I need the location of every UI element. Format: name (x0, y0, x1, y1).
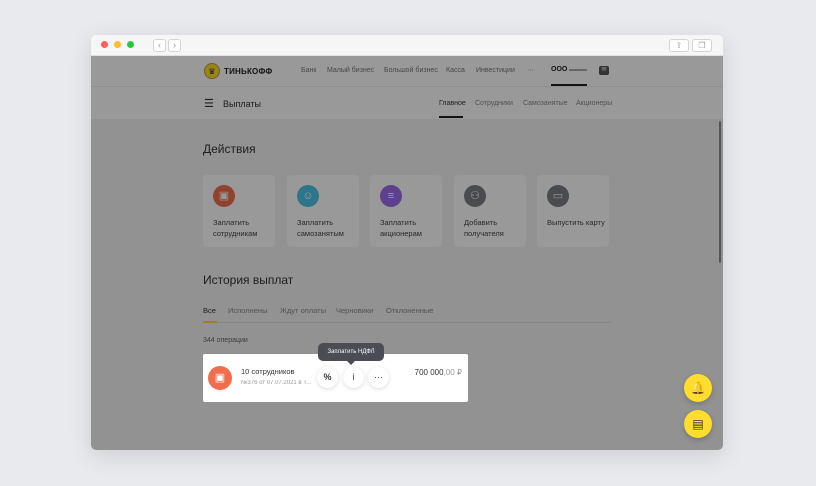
wallet-icon: ▣ (208, 366, 232, 390)
browser-titlebar: ‹ › ⇪ ❐ (91, 35, 723, 56)
maximize-window-button[interactable] (127, 41, 134, 48)
notifications-bell-icon[interactable]: 🔔 (684, 374, 712, 402)
close-window-button[interactable] (101, 41, 108, 48)
more-actions-button[interactable]: ··· (368, 367, 389, 388)
info-button[interactable]: i (343, 367, 364, 388)
chat-icon[interactable]: ▤ (684, 410, 712, 438)
payment-amount: 700 000,00 ₽ (415, 368, 462, 377)
payment-amount-cents: ,00 ₽ (443, 368, 462, 377)
minimize-window-button[interactable] (114, 41, 121, 48)
page-content: ♛ ТИНЬКОФФ Банк Малый бизнес Большой биз… (91, 56, 723, 450)
payment-title: 10 сотрудников (241, 367, 295, 376)
forward-icon[interactable]: › (168, 39, 181, 52)
pay-ndfl-tooltip: Заплатить НДФЛ (318, 343, 384, 361)
tooltip-arrow (347, 361, 355, 365)
share-icon[interactable]: ⇪ (669, 39, 689, 52)
browser-window: ‹ › ⇪ ❐ ♛ ТИНЬКОФФ Банк Малый бизнес Бол… (91, 35, 723, 450)
pay-ndfl-button[interactable]: % (317, 367, 338, 388)
payment-subtitle: №376 от 07.07.2021 в Т... (241, 380, 311, 386)
payment-amount-main: 700 000 (414, 368, 444, 377)
payment-row[interactable]: ▣ 10 сотрудников №376 от 07.07.2021 в Т.… (203, 354, 468, 402)
back-icon[interactable]: ‹ (153, 39, 166, 52)
tabs-icon[interactable]: ❐ (692, 39, 712, 52)
